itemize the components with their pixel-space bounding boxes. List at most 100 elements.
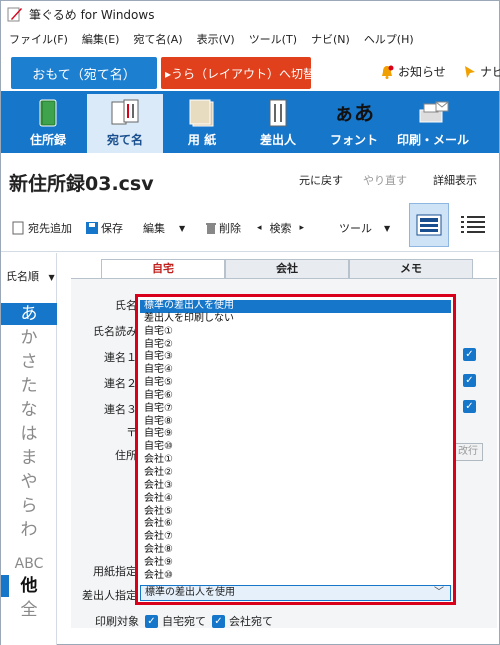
tool-label: ツール [339,222,372,235]
toolbar-address-button[interactable]: 宛て名 [87,91,163,153]
mode-back-button[interactable]: ▸うら（レイアウト）へ切替 [161,57,315,89]
tool-dropdown-icon: ▼ [384,223,391,233]
sender-option[interactable]: 差出人を印刷しない [140,313,451,326]
card-view-icon [416,214,442,236]
index-ha[interactable]: は [1,423,57,445]
toolbar-paper-button[interactable]: 用 紙 [165,91,239,153]
redo-button[interactable]: やり直す [363,172,407,188]
sender-option[interactable]: 会社④ [140,493,451,506]
sender-option[interactable]: 自宅④ [140,364,451,377]
sender-dropdown[interactable]: 標準の差出人を使用 差出人を印刷しない 自宅① 自宅② 自宅③ 自宅④ 自宅⑤ … [135,294,456,605]
renmei1-checkbox[interactable]: ✓ [463,348,476,361]
index-ta[interactable]: た [1,375,57,397]
add-recipient-button[interactable]: 宛先追加 [11,220,72,236]
tool-menu-button[interactable]: ツール ▼ [339,220,390,236]
sender-option[interactable]: 会社⑦ [140,531,451,544]
delete-label: 削除 [219,222,241,235]
index-other[interactable]: 他 [1,575,57,597]
toolbar-font-button[interactable]: ぁあ フォント [317,91,391,153]
address-book-icon [39,99,57,127]
sender-option[interactable]: 会社① [140,454,451,467]
sender-option[interactable]: 会社③ [140,480,451,493]
print-company-checkbox[interactable]: ✓ [212,614,225,628]
sender-option[interactable]: 自宅⑨ [140,428,451,441]
menu-help[interactable]: ヘルプ(H) [364,31,414,47]
sender-select-field[interactable]: 標準の差出人を使用 ﹀ [140,585,451,601]
font-icon: ぁあ [334,101,374,125]
sender-option[interactable]: 自宅① [140,326,451,339]
detail-view-button[interactable]: 詳細表示 [433,172,477,188]
sender-option[interactable]: 会社⑥ [140,518,451,531]
sender-option[interactable]: 自宅⑦ [140,403,451,416]
print-home-checkbox[interactable]: ✓ [145,614,158,628]
edit-menu-button[interactable]: 編集 ▼ [143,220,185,236]
index-ra[interactable]: ら [1,495,57,517]
index-ya[interactable]: や [1,471,57,493]
sender-option[interactable]: 自宅⑤ [140,377,451,390]
index-na[interactable]: な [1,399,57,421]
delete-button[interactable]: 削除 [205,220,241,236]
index-abc[interactable]: ABC [1,553,57,575]
menu-tool[interactable]: ツール(T) [249,31,297,47]
renmei1-label: 連名１ [104,351,137,364]
sender-selected-value: 標準の差出人を使用 [145,587,235,598]
notice-button[interactable]: お知らせ [379,63,446,80]
undo-button[interactable]: 元に戻す [299,172,343,188]
toolbar-sender-button[interactable]: 差出人 [241,91,315,153]
index-ka[interactable]: か [1,327,57,349]
sort-order-select[interactable]: 氏名順 ▼ [6,268,55,284]
search-label: 検索 [269,222,292,235]
save-button[interactable]: 保存 [85,220,123,236]
name-yomi-label: 氏名読み [93,325,137,338]
print-target-label: 印刷対象 [95,615,139,628]
menu-file[interactable]: ファイル(F) [9,31,68,47]
sender-option[interactable]: 自宅③ [140,351,451,364]
menu-view[interactable]: 表示(V) [197,31,235,47]
index-all[interactable]: 全 [1,599,57,621]
sender-option[interactable]: 会社⑩ [140,570,451,583]
sender-dropdown-list: 標準の差出人を使用 差出人を印刷しない 自宅① 自宅② 自宅③ 自宅④ 自宅⑤ … [140,300,451,583]
name-label: 氏名 [115,299,137,312]
sender-option[interactable]: 会社⑨ [140,557,451,570]
index-a[interactable]: あ [1,303,57,325]
index-sa[interactable]: さ [1,351,57,373]
linebreak-button[interactable]: 改行 [453,443,483,461]
toolbar-print-mail-button[interactable]: 印刷・メール [393,91,473,153]
address-cards-icon [111,99,139,125]
menu-address[interactable]: 宛て名(A) [133,31,182,47]
sender-option[interactable]: 自宅⑧ [140,416,451,429]
paper-setting-label: 用紙指定 [93,565,137,578]
sender-option[interactable]: 会社② [140,467,451,480]
sender-icon [269,99,287,127]
add-card-icon [12,221,24,235]
bell-icon [382,65,394,79]
menu-edit[interactable]: 編集(E) [82,31,120,47]
notice-label: お知らせ [398,65,446,79]
sender-option[interactable]: 会社⑧ [140,544,451,557]
sender-option[interactable]: 自宅② [140,339,451,352]
window-title: 筆ぐるめ for Windows [29,7,155,22]
list-view-icon [461,216,485,233]
tab-home[interactable]: 自宅 [101,259,225,279]
edit-label: 編集 [143,222,165,235]
card-view-button[interactable] [409,203,449,247]
index-wa[interactable]: わ [1,519,57,541]
sender-option[interactable]: 自宅⑥ [140,390,451,403]
toolbar-divider [1,251,499,252]
toolbar-address-book-button[interactable]: 住所録 [11,91,85,153]
renmei2-checkbox[interactable]: ✓ [463,374,476,387]
search-button[interactable]: ◂ 検索 ▸ [257,220,304,236]
tab-memo[interactable]: メモ [349,259,473,279]
sender-option[interactable]: 自宅⑩ [140,441,451,454]
mode-front-tab[interactable]: おもて（宛て名） [11,57,157,89]
sender-option[interactable]: 標準の差出人を使用 [140,300,451,313]
navi-button[interactable]: ナビ [463,63,500,80]
renmei3-checkbox[interactable]: ✓ [463,400,476,413]
menu-navi[interactable]: ナビ(N) [311,31,350,47]
sender-setting-label: 差出人指定 [82,589,137,602]
list-view-button[interactable] [453,203,493,247]
index-ma[interactable]: ま [1,447,57,469]
add-recipient-label: 宛先追加 [28,222,72,235]
tab-company[interactable]: 会社 [225,259,349,279]
sender-option[interactable]: 会社⑤ [140,506,451,519]
